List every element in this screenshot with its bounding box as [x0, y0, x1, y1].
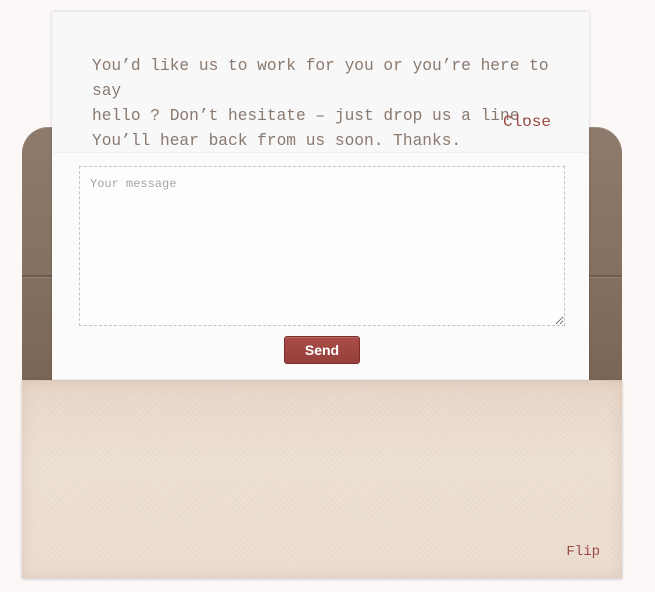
envelope-front: Flip	[22, 380, 622, 578]
letter-header: You’d like us to work for you or you’re …	[52, 12, 589, 153]
close-link[interactable]: Close	[503, 113, 551, 131]
contact-letter: You’d like us to work for you or you’re …	[52, 12, 589, 380]
send-button[interactable]: Send	[284, 336, 360, 364]
flip-link[interactable]: Flip	[566, 544, 600, 560]
intro-message: You’d like us to work for you or you’re …	[92, 57, 549, 150]
message-textarea[interactable]	[79, 166, 565, 326]
